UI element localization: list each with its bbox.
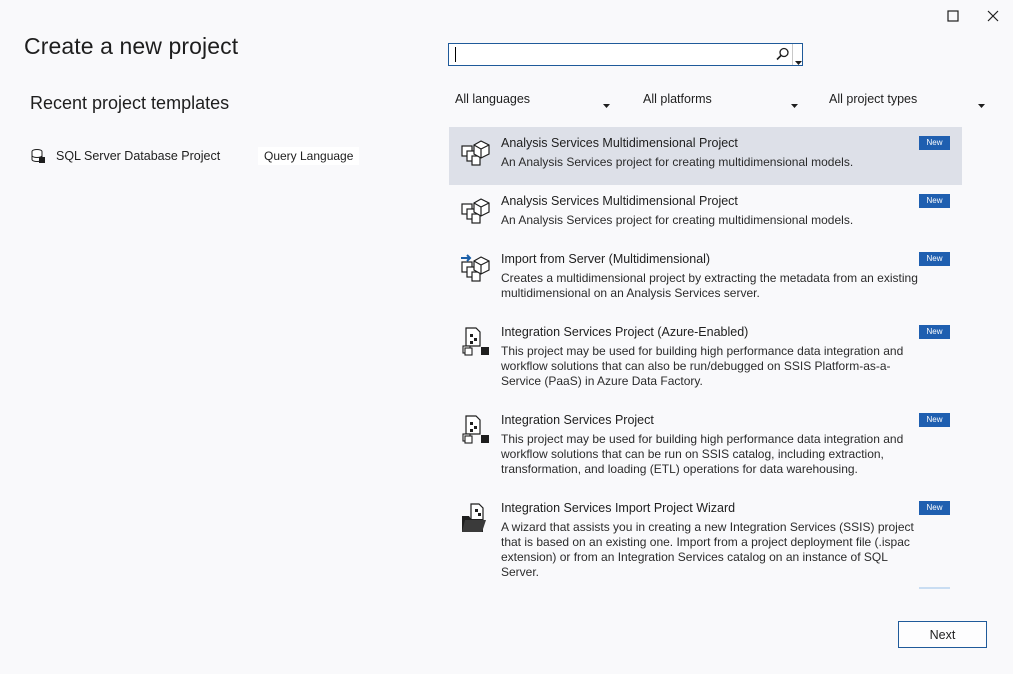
close-icon[interactable]: [981, 6, 1005, 26]
new-badge: New: [919, 501, 950, 515]
database-project-icon: [30, 148, 46, 164]
new-badge: New: [919, 252, 950, 266]
template-title: Integration Services Import Project Wiza…: [501, 501, 736, 515]
template-description: This project may be used for building hi…: [501, 344, 904, 388]
import-cube-icon: [461, 253, 493, 285]
template-item[interactable]: Integration Services Import Project Wiza…: [449, 492, 962, 580]
template-list[interactable]: Analysis Services Multidimensional Proje…: [449, 127, 962, 589]
new-badge: New: [919, 136, 950, 150]
platform-filter[interactable]: All platforms: [643, 89, 798, 109]
template-item[interactable]: Integration Services Project This projec…: [449, 404, 962, 492]
template-item[interactable]: Analysis Services Multidimensional Proje…: [449, 185, 962, 243]
new-badge: New: [919, 194, 950, 208]
template-title: Import from Server (Multidimensional): [501, 252, 711, 266]
recent-template-item[interactable]: SQL Server Database Project Query Langua…: [30, 145, 360, 167]
template-description: An Analysis Services project for creatin…: [501, 213, 854, 227]
template-description: Creates a multidimensional project by ex…: [501, 271, 918, 300]
search-history-dropdown-icon[interactable]: [795, 52, 802, 70]
integration-package-icon: [461, 414, 493, 446]
new-badge: New: [919, 413, 950, 427]
chevron-down-icon: [791, 97, 798, 111]
project-type-filter-value: All project types: [829, 92, 918, 106]
page-title: Create a new project: [24, 33, 239, 59]
cube-project-icon: [461, 195, 493, 227]
template-item[interactable]: Integration Services Project (Azure-Enab…: [449, 316, 962, 404]
search-separator: [792, 44, 793, 65]
template-description: A wizard that assists you in creating a …: [501, 520, 914, 579]
maximize-icon[interactable]: [941, 6, 965, 26]
new-badge: New: [919, 325, 950, 339]
search-icon[interactable]: [776, 47, 790, 66]
chevron-down-icon: [603, 97, 610, 111]
language-filter[interactable]: All languages: [455, 89, 610, 109]
search-input[interactable]: [453, 46, 771, 63]
template-title: Analysis Services Multidimensional Proje…: [501, 194, 738, 208]
import-wizard-icon: [461, 502, 493, 534]
integration-package-icon: [461, 326, 493, 358]
template-title: Integration Services Project (Azure-Enab…: [501, 325, 749, 339]
search-box[interactable]: [448, 43, 803, 66]
template-description: This project may be used for building hi…: [501, 432, 904, 476]
platform-filter-value: All platforms: [643, 92, 712, 106]
recent-template-name: SQL Server Database Project: [56, 149, 221, 163]
partial-badge: [919, 587, 950, 589]
template-item[interactable]: Analysis Services Multidimensional Proje…: [449, 127, 962, 185]
cube-project-icon: [461, 137, 493, 169]
recent-template-language-tag: Query Language: [258, 147, 360, 165]
template-title: Integration Services Project: [501, 413, 654, 427]
project-type-filter[interactable]: All project types: [829, 89, 985, 109]
chevron-down-icon: [978, 97, 985, 111]
template-item-partial: [449, 587, 962, 589]
text-caret: [455, 47, 456, 62]
template-description: An Analysis Services project for creatin…: [501, 155, 854, 169]
next-button[interactable]: Next: [898, 621, 987, 648]
template-title: Analysis Services Multidimensional Proje…: [501, 136, 738, 150]
recent-templates-heading: Recent project templates: [30, 93, 230, 113]
language-filter-value: All languages: [455, 92, 531, 106]
template-item[interactable]: Import from Server (Multidimensional) Cr…: [449, 243, 962, 316]
